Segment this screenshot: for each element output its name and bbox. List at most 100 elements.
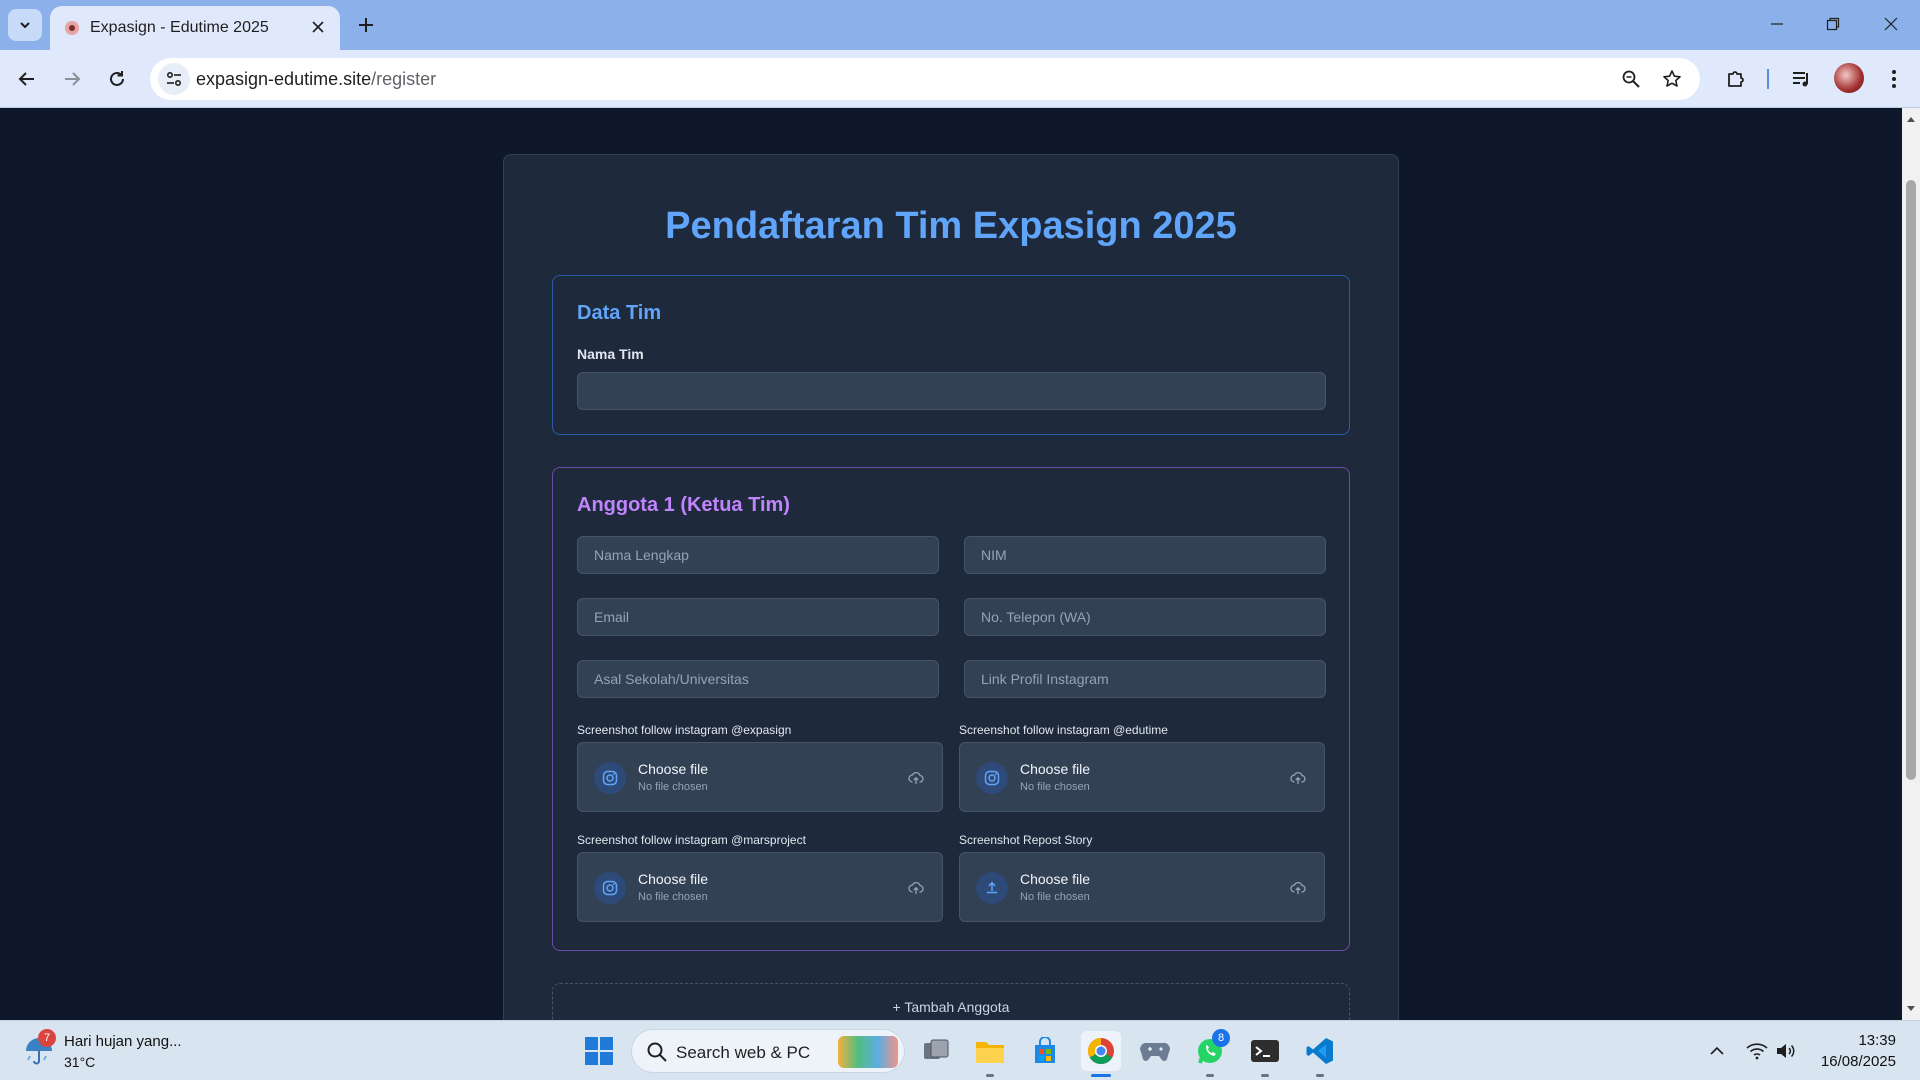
- running-indicator: [1316, 1074, 1324, 1077]
- tab-title: Expasign - Edutime 2025: [90, 19, 269, 36]
- zoom-button[interactable]: [1619, 67, 1643, 91]
- page-title: Pendaftaran Tim Expasign 2025: [665, 205, 1237, 247]
- choose-file-button[interactable]: Choose file: [1020, 871, 1090, 887]
- instagram-icon: [594, 872, 626, 904]
- game-controller-app[interactable]: [1135, 1031, 1175, 1071]
- gamepad-icon: [1140, 1042, 1170, 1061]
- network-button[interactable]: [1745, 1039, 1769, 1063]
- page-viewport: Pendaftaran Tim Expasign 2025 Data Tim N…: [0, 108, 1902, 1020]
- cloud-upload-icon: [1288, 768, 1308, 788]
- chrome-app[interactable]: [1081, 1031, 1121, 1077]
- plus-icon: [359, 18, 373, 32]
- scroll-down-icon[interactable]: [1906, 1004, 1916, 1014]
- upload-edutime-label: Screenshot follow instagram @edutime: [959, 723, 1168, 737]
- upload-expasign-field[interactable]: Choose file No file chosen: [577, 742, 943, 812]
- zoom-icon: [1622, 70, 1640, 88]
- task-view-button[interactable]: [916, 1031, 956, 1071]
- more-vertical-icon: [1892, 70, 1896, 88]
- team-data-section: Data Tim Nama Tim: [552, 275, 1350, 435]
- browser-toolbar: expasign-edutime.site/register: [0, 50, 1920, 108]
- file-status: No file chosen: [638, 891, 708, 903]
- team-name-label: Nama Tim: [577, 346, 644, 362]
- microsoft-store-app[interactable]: [1025, 1031, 1065, 1071]
- toolbar-divider: [1767, 69, 1769, 89]
- tab-close-button[interactable]: [308, 17, 328, 37]
- bookmark-button[interactable]: [1660, 67, 1684, 91]
- cloud-upload-icon: [906, 768, 926, 788]
- running-indicator: [1261, 1074, 1269, 1077]
- chrome-icon: [1087, 1037, 1114, 1065]
- upload-repost-story-field[interactable]: Choose file No file chosen: [959, 852, 1325, 922]
- star-icon: [1663, 70, 1681, 87]
- add-member-button[interactable]: + Tambah Anggota: [552, 983, 1350, 1020]
- minimize-button[interactable]: [1757, 8, 1797, 40]
- vscode-app[interactable]: [1300, 1031, 1340, 1077]
- file-status: No file chosen: [1020, 781, 1090, 793]
- reload-button[interactable]: [99, 61, 135, 97]
- chevron-down-icon: [20, 22, 30, 29]
- upload-marsproject-label: Screenshot follow instagram @marsproject: [577, 833, 806, 847]
- site-info-button[interactable]: [158, 63, 190, 95]
- scroll-up-icon[interactable]: [1906, 114, 1916, 124]
- media-controls-button[interactable]: [1787, 65, 1815, 93]
- close-window-button[interactable]: [1871, 8, 1911, 40]
- whatsapp-badge: 8: [1212, 1029, 1230, 1047]
- browser-tab[interactable]: Expasign - Edutime 2025: [50, 6, 340, 50]
- wifi-icon: [1746, 1043, 1768, 1060]
- running-indicator: [986, 1074, 994, 1077]
- weather-description: Hari hujan yang...: [64, 1033, 182, 1050]
- url-domain: expasign-edutime.site: [196, 69, 372, 89]
- nim-input[interactable]: [964, 536, 1326, 574]
- school-input[interactable]: [577, 660, 939, 698]
- store-icon: [1035, 1037, 1055, 1063]
- taskbar-search[interactable]: Search web & PC: [631, 1029, 905, 1073]
- puzzle-icon: [1728, 71, 1744, 87]
- whatsapp-app[interactable]: 8: [1190, 1029, 1230, 1077]
- address-bar[interactable]: expasign-edutime.site/register: [150, 58, 1700, 100]
- email-input[interactable]: [577, 598, 939, 636]
- reload-icon: [110, 71, 124, 86]
- instagram-link-input[interactable]: [964, 660, 1326, 698]
- registration-card: Pendaftaran Tim Expasign 2025 Data Tim N…: [503, 154, 1399, 1020]
- file-status: No file chosen: [638, 781, 708, 793]
- phone-input[interactable]: [964, 598, 1326, 636]
- tune-icon: [166, 71, 182, 87]
- site-favicon-icon: [65, 21, 79, 35]
- restore-icon: [1826, 17, 1840, 31]
- running-indicator: [1206, 1074, 1214, 1077]
- url-path: /register: [371, 69, 437, 89]
- file-explorer-app[interactable]: [970, 1031, 1010, 1077]
- tab-search-button[interactable]: [8, 9, 42, 41]
- browser-menu-button[interactable]: [1880, 65, 1908, 93]
- show-hidden-icons-button[interactable]: [1705, 1039, 1729, 1063]
- scroll-thumb[interactable]: [1906, 180, 1916, 780]
- profile-avatar[interactable]: [1834, 63, 1864, 93]
- close-icon: [1884, 17, 1898, 31]
- task-view-icon: [924, 1039, 949, 1059]
- choose-file-button[interactable]: Choose file: [1020, 761, 1090, 777]
- weather-temperature: 31°C: [64, 1054, 96, 1070]
- restore-button[interactable]: [1813, 8, 1853, 40]
- upload-marsproject-field[interactable]: Choose file No file chosen: [577, 852, 943, 922]
- upload-edutime-field[interactable]: Choose file No file chosen: [959, 742, 1325, 812]
- full-name-input[interactable]: [577, 536, 939, 574]
- upload-expasign-label: Screenshot follow instagram @expasign: [577, 723, 792, 737]
- clock-date[interactable]: 16/08/2025: [1806, 1053, 1896, 1070]
- team-section-title: Data Tim: [577, 302, 662, 324]
- team-name-input[interactable]: [577, 372, 1326, 410]
- new-tab-button[interactable]: [352, 11, 380, 39]
- choose-file-button[interactable]: Choose file: [638, 761, 708, 777]
- choose-file-button[interactable]: Choose file: [638, 871, 708, 887]
- upload-repost-story-label: Screenshot Repost Story: [959, 833, 1093, 847]
- forward-button[interactable]: [54, 61, 90, 97]
- page-scrollbar[interactable]: [1902, 108, 1920, 1020]
- clock-time[interactable]: 13:39: [1820, 1032, 1896, 1049]
- terminal-app[interactable]: [1245, 1031, 1285, 1077]
- taskbar-search-placeholder: Search web & PC: [676, 1043, 811, 1062]
- volume-button[interactable]: [1774, 1039, 1798, 1063]
- close-icon: [312, 21, 324, 33]
- minimize-icon: [1771, 23, 1783, 25]
- extensions-button[interactable]: [1722, 65, 1750, 93]
- back-button[interactable]: [9, 61, 45, 97]
- windows-start-icon[interactable]: [583, 1035, 615, 1067]
